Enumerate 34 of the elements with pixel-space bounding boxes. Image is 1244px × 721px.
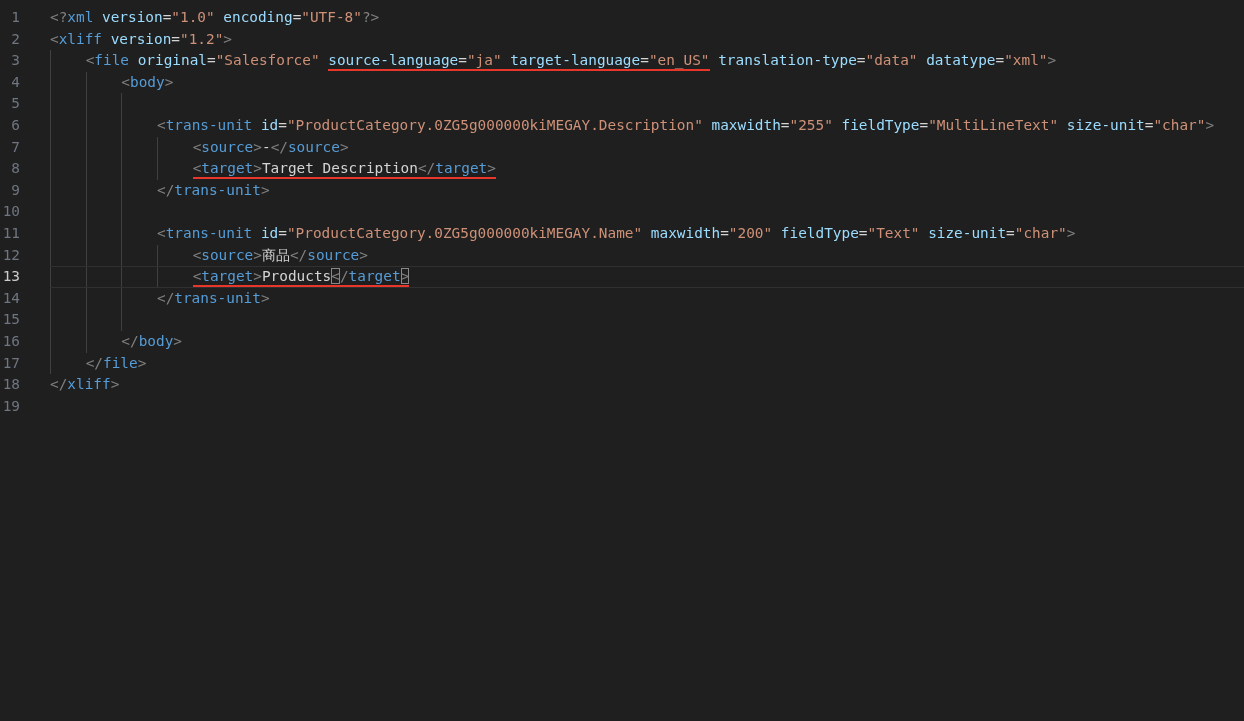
- code-line: </trans-unit>: [156, 180, 270, 200]
- line-number: 12: [1, 245, 20, 265]
- code-editor[interactable]: [0, 0, 1244, 721]
- line-number: 13: [1, 267, 20, 287]
- line-number: 8: [10, 159, 20, 179]
- line-number: 7: [10, 137, 20, 157]
- line-number: 1: [10, 8, 20, 27]
- line-number: 5: [10, 94, 20, 114]
- line-number: 17: [1, 353, 20, 373]
- line-number: 18: [1, 375, 20, 395]
- code-line: <?xml version="1.0" encoding="UTF-8"?>: [50, 8, 380, 27]
- code-line: <body>: [121, 72, 174, 92]
- line-number: 4: [10, 72, 20, 92]
- code-line: <file original="Salesforce" source-language="ja" target-language="en_US" translation-type="data" datatype="xml">: [85, 50, 1057, 72]
- code-line: </xliff>: [50, 375, 120, 395]
- line-number: 10: [1, 202, 20, 222]
- line-number: 19: [1, 396, 20, 416]
- line-number: 3: [10, 51, 20, 71]
- code-line: <xliff version="1.2">: [50, 29, 232, 49]
- code-line: <trans-unit id="ProductCategory.0ZG5g000000kiMEGAY.Name" maxwidth="200" fieldType="Text" size-unit="char">: [156, 223, 1076, 243]
- code-line: </body>: [121, 331, 182, 351]
- code-line: <source>商品</source>: [192, 245, 368, 265]
- code-line: <source>-</source>: [192, 137, 349, 157]
- line-number: 9: [10, 180, 20, 200]
- line-number: 15: [1, 310, 20, 330]
- line-number: 14: [1, 288, 20, 308]
- line-number: 6: [10, 115, 20, 135]
- line-number: 11: [1, 223, 20, 243]
- code-line: </trans-unit>: [156, 288, 270, 308]
- line-number: 16: [1, 331, 20, 351]
- code-line: <trans-unit id="ProductCategory.0ZG5g000000kiMEGAY.Description" maxwidth="255" fieldType="MultiLineText" size-unit="char">: [156, 115, 1215, 135]
- code-line: <target>Target Description</target>: [192, 158, 496, 180]
- line-number: 2: [10, 29, 20, 49]
- code-line: </file>: [85, 353, 147, 373]
